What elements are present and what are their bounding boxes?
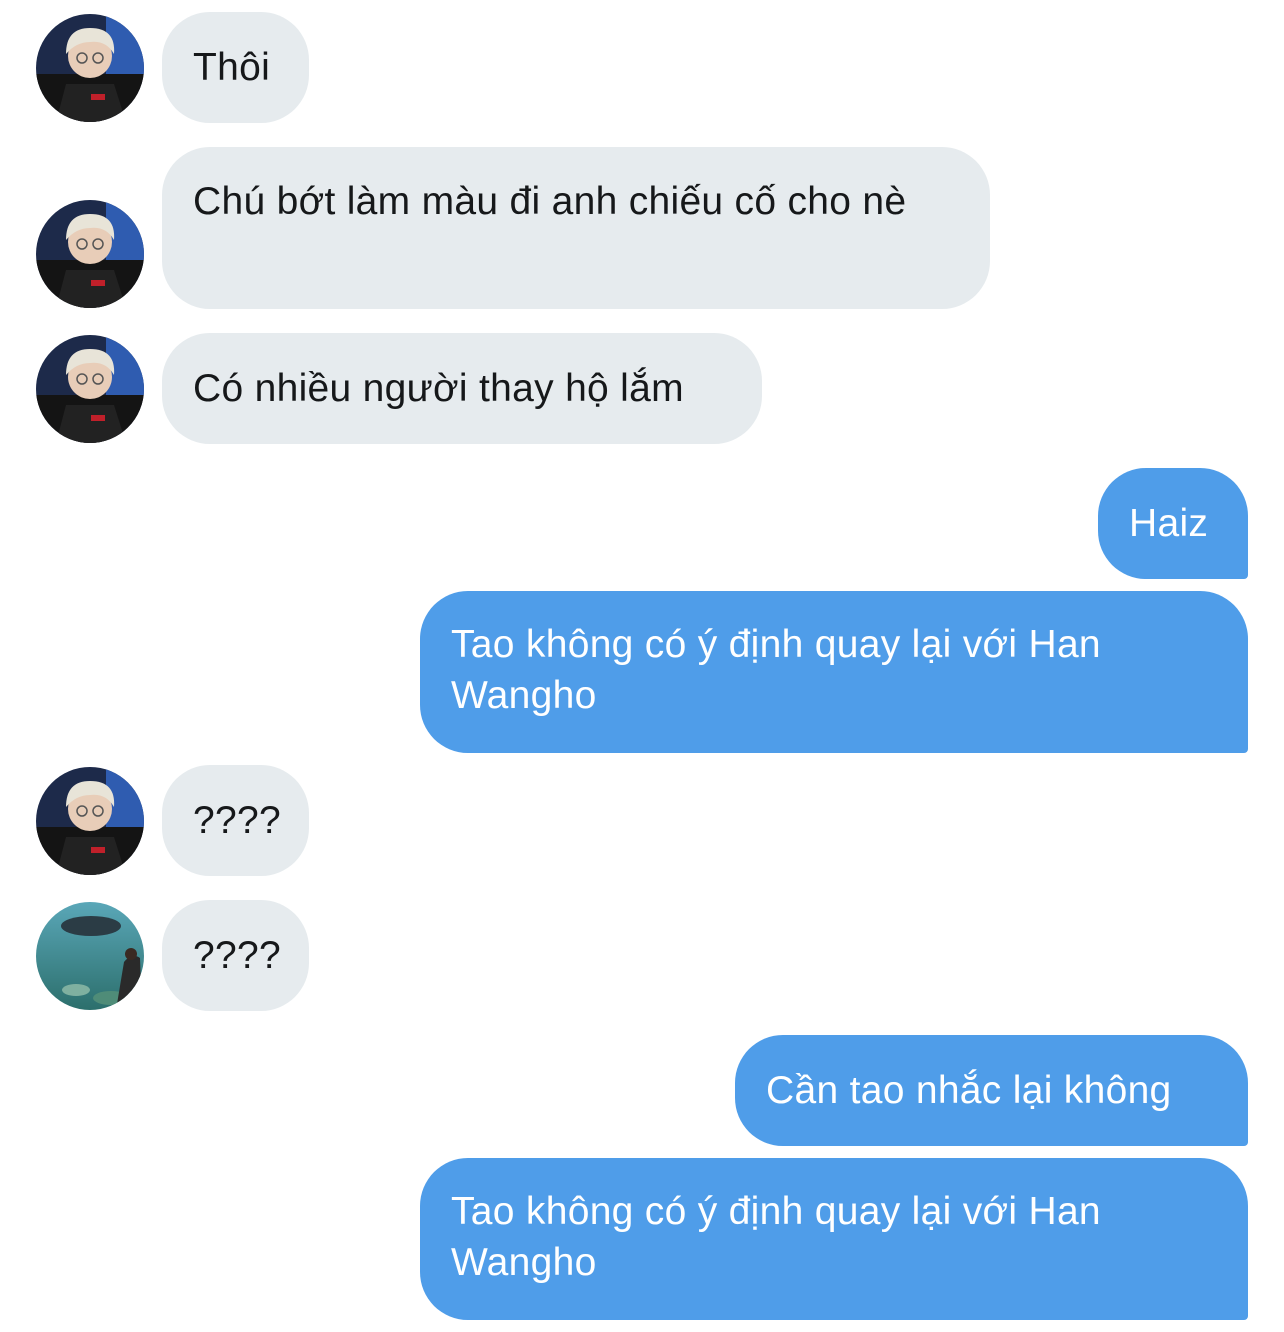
message-bubble-incoming[interactable]: Có nhiều người thay hộ lắm xyxy=(162,333,762,444)
sender-avatar[interactable] xyxy=(36,14,144,122)
message-text: Haiz xyxy=(1129,502,1209,545)
message-bubble-outgoing[interactable]: Tao không có ý định quay lại với Han Wan… xyxy=(420,591,1248,753)
message-text: ???? xyxy=(193,934,281,977)
message-bubble-outgoing[interactable]: Tao không có ý định quay lại với Han Wan… xyxy=(420,1158,1248,1320)
message-text: Cần tao nhắc lại không xyxy=(766,1069,1172,1112)
message-text: Thôi xyxy=(193,46,271,89)
sender-avatar[interactable] xyxy=(36,767,144,875)
message-bubble-incoming[interactable]: Chú bớt làm màu đi anh chiếu cố cho nè xyxy=(162,147,990,309)
message-bubble-outgoing[interactable]: Haiz xyxy=(1098,468,1248,579)
message-bubble-incoming[interactable]: Thôi xyxy=(162,12,309,123)
message-text: Tao không có ý định quay lại với Han Wan… xyxy=(451,623,1101,717)
sender-avatar[interactable] xyxy=(36,335,144,443)
sender-avatar[interactable] xyxy=(36,902,144,1010)
sender-avatar[interactable] xyxy=(36,200,144,308)
message-bubble-incoming[interactable]: ???? xyxy=(162,900,309,1011)
message-text: Tao không có ý định quay lại với Han Wan… xyxy=(451,1190,1101,1284)
message-text: Có nhiều người thay hộ lắm xyxy=(193,367,684,410)
message-text: Chú bớt làm màu đi anh chiếu cố cho nè xyxy=(193,180,907,223)
message-bubble-outgoing[interactable]: Cần tao nhắc lại không xyxy=(735,1035,1248,1146)
message-bubble-incoming[interactable]: ???? xyxy=(162,765,309,876)
message-text: ???? xyxy=(193,799,281,842)
